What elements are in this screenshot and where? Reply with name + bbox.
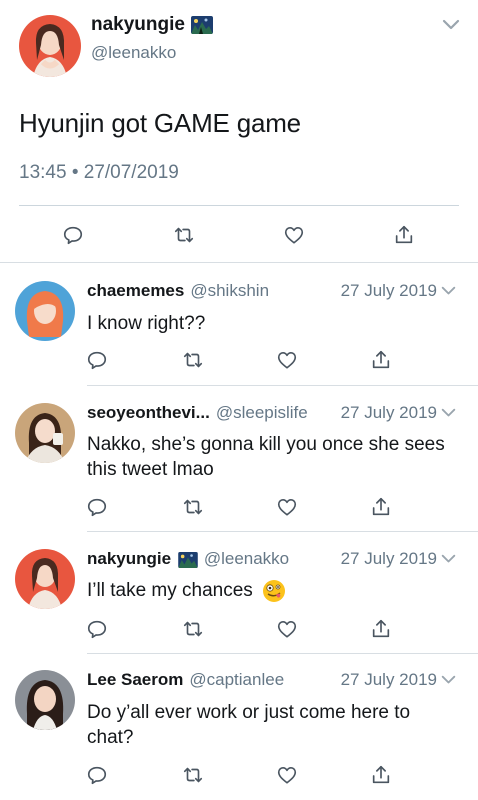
display-name[interactable]: seoyeonthevi...	[87, 403, 210, 422]
reply-button[interactable]	[84, 347, 110, 373]
reply-header: chaememes @shikshin 27 July 2019	[87, 281, 463, 303]
chevron-down-icon[interactable]	[441, 286, 456, 296]
reply-tweet[interactable]: nakyungie @leenakko 27 July 2019 I’ll ta…	[0, 549, 478, 653]
retweet-button[interactable]	[180, 762, 206, 788]
reply-text: Nakko, she’s gonna kill you once she see…	[87, 434, 445, 480]
reply-date[interactable]: 27 July 2019	[341, 549, 437, 569]
reply-header: seoyeonthevi... @sleepislife 27 July 2019	[87, 403, 463, 425]
retweet-button[interactable]	[171, 222, 197, 248]
chevron-down-icon[interactable]	[441, 554, 456, 564]
handle[interactable]: @shikshin	[190, 281, 269, 300]
divider	[0, 262, 478, 263]
avatar-photo	[15, 281, 75, 341]
share-button[interactable]	[368, 616, 394, 642]
retweet-button[interactable]	[180, 494, 206, 520]
avatar[interactable]	[19, 15, 81, 77]
tweet-timestamp[interactable]: 13:45 • 27/07/2019	[19, 162, 179, 184]
chevron-down-icon[interactable]	[441, 408, 456, 418]
night-sky-picture-icon	[190, 16, 213, 34]
divider	[19, 205, 459, 206]
avatar[interactable]	[15, 281, 75, 341]
divider	[87, 531, 478, 532]
heart-icon	[284, 227, 304, 244]
reply-text: I’ll take my chances	[87, 578, 458, 603]
share-icon	[372, 765, 390, 784]
like-button[interactable]	[274, 762, 300, 788]
retweet-button[interactable]	[180, 616, 206, 642]
zany-face-emoji	[263, 579, 286, 602]
display-name[interactable]: nakyungie	[91, 14, 213, 36]
chevron-down-icon[interactable]	[442, 19, 460, 31]
retweet-icon	[183, 352, 203, 368]
main-tweet: nakyungie @leenakko Hyunjin got GAME gam…	[0, 0, 478, 262]
reply-button[interactable]	[84, 494, 110, 520]
like-button[interactable]	[274, 347, 300, 373]
share-icon	[372, 497, 390, 516]
reply-date[interactable]: 27 July 2019	[341, 281, 437, 301]
retweet-icon	[183, 499, 203, 515]
share-button[interactable]	[368, 762, 394, 788]
reply-button[interactable]	[84, 616, 110, 642]
reply-header: Lee Saerom @captianlee 27 July 2019	[87, 670, 463, 692]
share-icon	[372, 350, 390, 369]
retweet-icon	[183, 767, 203, 783]
reply-icon	[87, 498, 107, 517]
share-icon	[395, 225, 413, 244]
divider	[87, 653, 478, 654]
display-name-text: nakyungie	[91, 14, 185, 35]
handle[interactable]: @sleepislife	[216, 403, 308, 422]
retweet-button[interactable]	[180, 347, 206, 373]
reply-icon	[87, 351, 107, 370]
retweet-icon	[183, 621, 203, 637]
heart-icon	[277, 352, 297, 369]
display-name[interactable]: chaememes	[87, 281, 184, 300]
like-button[interactable]	[281, 222, 307, 248]
share-icon	[372, 619, 390, 638]
reply-text: Do y’all ever work or just come here to …	[87, 702, 411, 748]
share-button[interactable]	[368, 347, 394, 373]
tweet-text: Hyunjin got GAME game	[19, 108, 301, 138]
divider	[87, 385, 478, 386]
reply-tweet[interactable]: chaememes @shikshin 27 July 2019 I know r…	[0, 281, 478, 385]
like-button[interactable]	[274, 616, 300, 642]
reply-tweet[interactable]: Lee Saerom @captianlee 27 July 2019 Do y’…	[0, 670, 478, 800]
reply-text: I know right??	[87, 313, 206, 334]
avatar-photo	[15, 403, 75, 463]
share-button[interactable]	[368, 494, 394, 520]
night-sky-picture-icon	[178, 551, 198, 568]
reply-tweet[interactable]: seoyeonthevi... @sleepislife 27 July 2019…	[0, 403, 478, 531]
like-button[interactable]	[274, 494, 300, 520]
reply-icon	[87, 620, 107, 639]
avatar[interactable]	[15, 549, 75, 609]
heart-icon	[277, 499, 297, 516]
reply-text-content: I’ll take my chances	[87, 580, 253, 601]
avatar[interactable]	[15, 403, 75, 463]
reply-button[interactable]	[84, 762, 110, 788]
handle[interactable]: @leenakko	[91, 43, 176, 63]
reply-date[interactable]: 27 July 2019	[341, 670, 437, 690]
retweet-icon	[174, 227, 194, 243]
reply-icon	[87, 766, 107, 785]
display-name[interactable]: Lee Saerom	[87, 670, 183, 689]
handle[interactable]: @leenakko	[204, 549, 289, 568]
reply-date[interactable]: 27 July 2019	[341, 403, 437, 423]
avatar-photo	[15, 549, 75, 609]
reply-button[interactable]	[60, 222, 86, 248]
heart-icon	[277, 621, 297, 638]
display-name[interactable]: nakyungie	[87, 549, 171, 568]
share-button[interactable]	[391, 222, 417, 248]
reply-header: nakyungie @leenakko 27 July 2019	[87, 549, 463, 571]
avatar-photo	[19, 15, 81, 77]
chevron-down-icon[interactable]	[441, 675, 456, 685]
heart-icon	[277, 767, 297, 784]
handle[interactable]: @captianlee	[189, 670, 284, 689]
avatar[interactable]	[15, 670, 75, 730]
avatar-photo	[15, 670, 75, 730]
reply-icon	[63, 226, 83, 245]
